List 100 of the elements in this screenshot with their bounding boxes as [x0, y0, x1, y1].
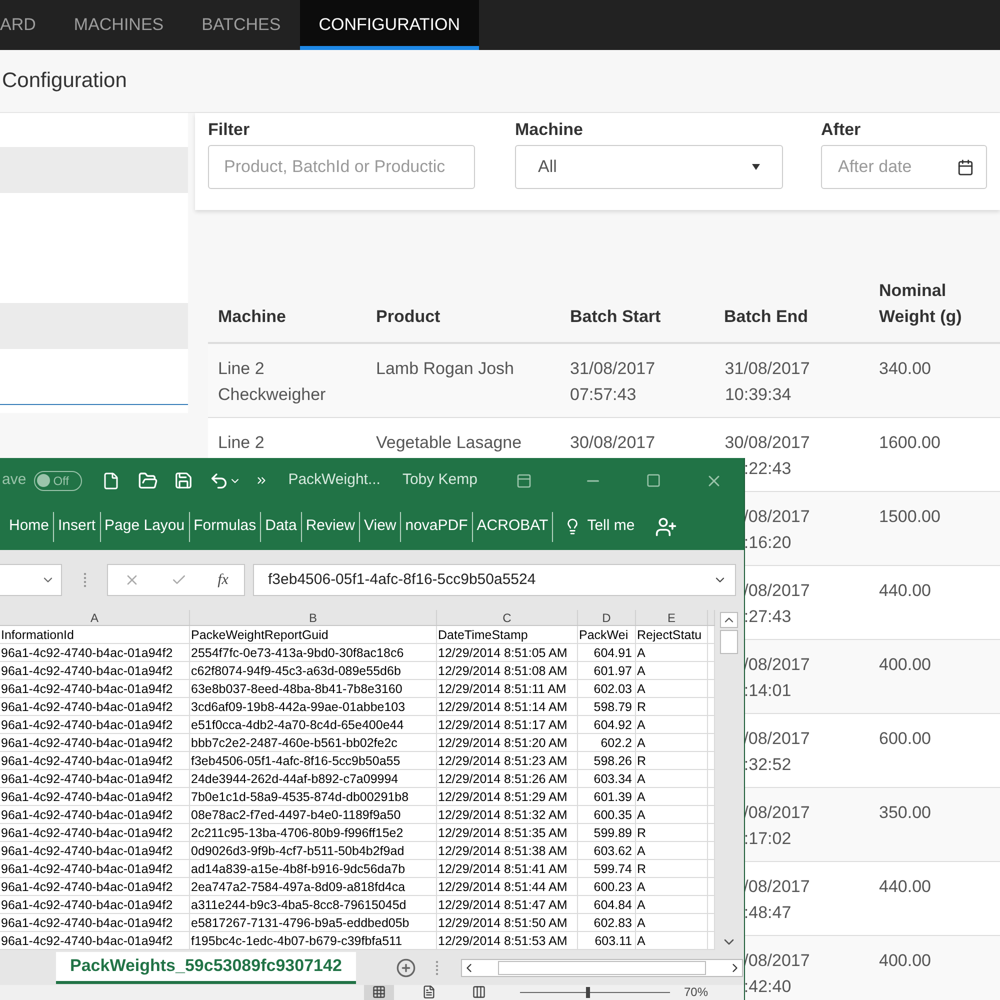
- zoom-level[interactable]: 70%: [684, 985, 708, 999]
- sheet-cell: 96a1-4c92-4740-b4ac-01a94f2: [1, 682, 173, 696]
- sheet-cell: 96a1-4c92-4740-b4ac-01a94f2: [1, 736, 173, 750]
- page-title: Configuration: [2, 68, 127, 94]
- sheet-cell: a311e244-b9c3-4ba5-8cc8-79615045d: [191, 898, 406, 912]
- table-cell-text: /08/2017 :14:01: [744, 654, 810, 702]
- sheet-cell: A: [637, 934, 646, 948]
- sheet-cell: 96a1-4c92-4740-b4ac-01a94f2: [1, 826, 173, 840]
- sheet-cell: 96a1-4c92-4740-b4ac-01a94f2: [1, 916, 173, 930]
- column-heading: Product: [376, 306, 442, 328]
- column-header[interactable]: E: [667, 611, 676, 625]
- table-cell: 600.00: [879, 729, 931, 748]
- sheet-cell: A: [637, 736, 646, 750]
- formula-field[interactable]: f3eb4506-05f1-4afc-8f16-5cc9b50a5524: [253, 564, 736, 596]
- sheet-cell: f3eb4506-05f1-4afc-8f16-5cc9b50a55: [191, 754, 400, 768]
- sheet-cell: 12/29/2014 8:51:20 AM: [438, 736, 568, 750]
- sheet-cell: 12/29/2014 8:51:44 AM: [438, 880, 568, 894]
- sheet-cell: A: [637, 844, 646, 858]
- table-cell-text: /08/2017 :42:40: [744, 950, 810, 998]
- column-header[interactable]: A: [90, 611, 98, 625]
- add-sheet-icon[interactable]: [396, 958, 416, 978]
- calendar-icon[interactable]: [957, 158, 974, 176]
- sheet-cell: 600.23: [594, 880, 632, 894]
- sheet-cell: PackWei: [579, 628, 628, 642]
- sheet-cell: 12/29/2014 8:51:50 AM: [438, 916, 568, 930]
- sheet-cell: 96a1-4c92-4740-b4ac-01a94f2: [1, 790, 173, 804]
- sheet-cell: 24de3944-262d-44af-b892-c7a09994: [191, 772, 398, 786]
- ribbon-tab[interactable]: Page Layou: [104, 515, 186, 538]
- normal-view-button[interactable]: [364, 985, 394, 1000]
- function-button[interactable]: fx: [218, 568, 228, 592]
- filter-field[interactable]: Product, BatchId or Productic: [208, 145, 475, 189]
- sheet-cell: 12/29/2014 8:51:41 AM: [438, 862, 568, 876]
- sheet-cell: 604.84: [594, 898, 632, 912]
- column-header[interactable]: B: [308, 611, 317, 625]
- field-label: After: [821, 119, 862, 141]
- new-file-icon[interactable]: [102, 472, 120, 490]
- sheet-cell: 96a1-4c92-4740-b4ac-01a94f2: [1, 808, 173, 822]
- sheet-cell: InformationId: [1, 628, 74, 642]
- sheet-cell: 12/29/2014 8:51:38 AM: [438, 844, 568, 858]
- sheet-cell: c62f8074-94f9-45c3-a63d-089e55d6b: [191, 664, 401, 678]
- sheet-tab[interactable]: PackWeights_59c53089fc9307142: [56, 952, 356, 984]
- table-cell-text: Lamb Rogan Josh: [376, 358, 515, 380]
- sheet-cell: 96a1-4c92-4740-b4ac-01a94f2: [1, 844, 173, 858]
- window-title: PackWeight...: [288, 470, 380, 490]
- sheet-cell: 96a1-4c92-4740-b4ac-01a94f2: [1, 700, 173, 714]
- sheet-cell: 12/29/2014 8:51:35 AM: [438, 826, 568, 840]
- undo-icon[interactable]: [209, 470, 230, 490]
- table-cell-text: Vegetable Lasagne: [376, 432, 523, 454]
- horizontal-scrollbar[interactable]: [460, 958, 743, 976]
- ribbon-tab[interactable]: Formulas: [192, 515, 258, 538]
- sheet-cell: A: [637, 664, 646, 678]
- sheet-cell: RejectStatu: [637, 628, 702, 642]
- table-cell-text: /08/2017 :48:47: [744, 876, 810, 924]
- ribbon-tab[interactable]: View: [363, 515, 398, 538]
- ribbon-tab[interactable]: novaPDF: [404, 515, 469, 538]
- tell-me-button[interactable]: Tell me: [564, 515, 635, 538]
- sheet-cell: 3cd6af09-19b8-442a-99ae-01abbe103: [191, 700, 406, 714]
- sheet-cell: 12/29/2014 8:51:32 AM: [438, 808, 568, 822]
- sheet-cell: A: [637, 646, 646, 660]
- sheet-cell: R: [637, 862, 646, 876]
- ribbon-tab[interactable]: Home: [8, 515, 50, 538]
- grid-icon: [372, 985, 386, 999]
- sheet-cell: e51f0cca-4db2-4a70-8c4d-65e400e44: [191, 718, 404, 732]
- save-icon[interactable]: [174, 471, 194, 490]
- scroll-up-icon[interactable]: [720, 612, 738, 628]
- ribbon-tab[interactable]: Insert: [57, 515, 97, 538]
- nav-tab[interactable]: MACHINES: [54, 0, 183, 50]
- share-icon[interactable]: [654, 516, 677, 538]
- column-header[interactable]: C: [502, 611, 512, 625]
- table-cell-text: /08/2017 :32:52: [744, 728, 810, 776]
- nav-tab[interactable]: ARD: [0, 0, 55, 50]
- ribbon-tab[interactable]: Review: [304, 515, 356, 538]
- sheet-cell: R: [637, 826, 646, 840]
- sheet-cell: PackeWeightReportGuid: [191, 628, 328, 642]
- maximize-icon[interactable]: [646, 473, 660, 488]
- sheet-cell: 63e8b037-8eed-48ba-8b41-7b8e3160: [191, 682, 402, 696]
- zoom-slider-thumb[interactable]: [586, 987, 590, 998]
- column-heading: Batch End: [724, 306, 810, 328]
- autosave-label: ave: [2, 470, 26, 490]
- scroll-thumb[interactable]: [720, 630, 738, 654]
- user-name: Toby Kemp: [402, 470, 478, 490]
- dropdown-icon: [752, 164, 760, 170]
- autosave-toggle[interactable]: Off: [34, 470, 82, 490]
- sheet-cell: 604.91: [594, 646, 632, 660]
- sheet-cell: 96a1-4c92-4740-b4ac-01a94f2: [1, 646, 173, 660]
- sheet-cell: A: [637, 772, 646, 786]
- machine-select[interactable]: All: [515, 145, 783, 189]
- ribbon-tab[interactable]: ACROBAT: [476, 515, 550, 538]
- sheet-cell: 12/29/2014 8:51:26 AM: [438, 772, 568, 786]
- ribbon-display-icon[interactable]: [516, 472, 532, 488]
- column-header[interactable]: D: [602, 611, 611, 625]
- sheet-cell: bbb7c2e2-2487-460e-b561-bb02fe2c: [191, 736, 398, 750]
- table-cell: 440.00: [879, 581, 931, 600]
- nav-tab[interactable]: BATCHES: [182, 0, 300, 50]
- ribbon-tab[interactable]: Data: [264, 515, 298, 538]
- sheet-cell: 96a1-4c92-4740-b4ac-01a94f2: [1, 880, 173, 894]
- sheet-cell: 604.92: [594, 718, 632, 732]
- sheet-cell: 603.34: [594, 772, 632, 786]
- open-folder-icon[interactable]: [138, 470, 158, 490]
- nav-tab[interactable]: CONFIGURATION: [300, 0, 480, 50]
